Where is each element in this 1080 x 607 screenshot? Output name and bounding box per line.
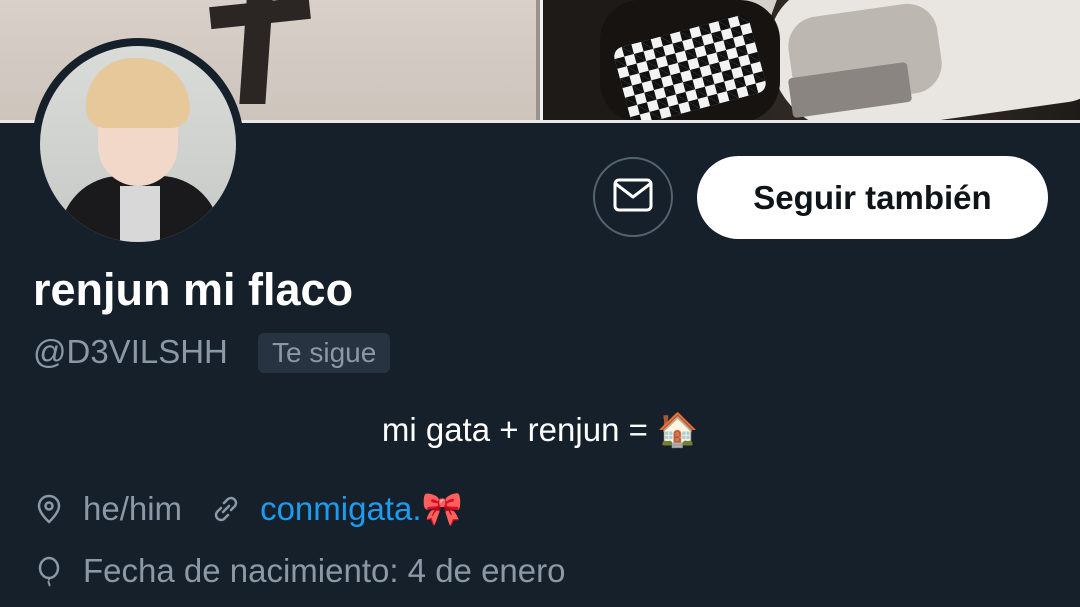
balloon-icon: [33, 555, 65, 587]
website-link[interactable]: conmigata.🎀: [260, 489, 463, 529]
website-text[interactable]: conmigata.: [260, 490, 421, 527]
user-handle: @D3VILSHH: [33, 333, 228, 370]
follow-back-button[interactable]: Seguir también: [697, 156, 1048, 239]
location-text: he/him: [83, 490, 183, 527]
link-icon: [210, 493, 242, 525]
banner-image-guitar: [540, 0, 1080, 122]
avatar[interactable]: [32, 38, 244, 250]
display-name: renjun mi flaco: [33, 264, 354, 315]
location-pin-icon: [33, 493, 65, 525]
ribbon-emoji: 🎀: [421, 489, 463, 528]
birthday-row: Fecha de nacimiento: 4 de enero: [33, 549, 565, 593]
banner-divider: [540, 0, 543, 122]
message-button[interactable]: [593, 157, 673, 237]
bio-text: mi gata + renjun =: [381, 411, 658, 448]
follows-you-badge: Te sigue: [258, 333, 391, 373]
envelope-icon: [613, 178, 653, 217]
bio: mi gata + renjun = 🏠: [0, 410, 1080, 450]
house-emoji: 🏠: [657, 410, 699, 449]
profile-meta-row: he/him conmigata.🎀: [33, 487, 463, 531]
avatar-photo: [40, 46, 236, 242]
birthday-text: Fecha de nacimiento: 4 de enero: [83, 552, 566, 589]
